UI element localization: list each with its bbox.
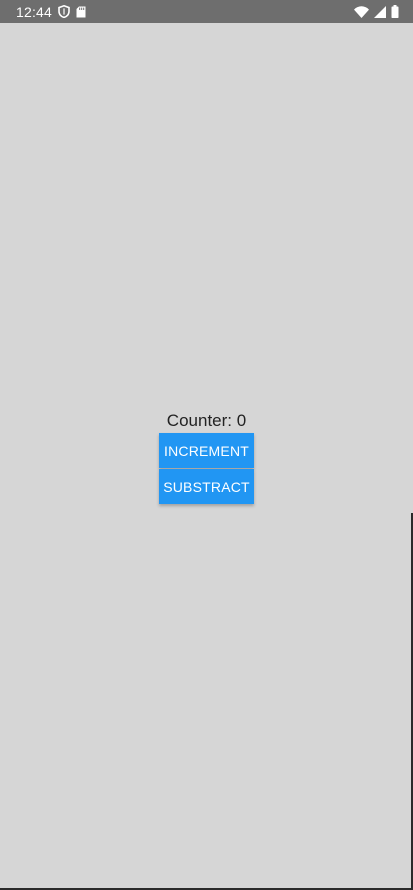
status-time: 12:44 [16, 3, 53, 20]
cell-signal-icon [374, 5, 386, 18]
battery-icon [391, 5, 399, 18]
subtract-button[interactable]: SUBSTRACT [159, 469, 254, 504]
wifi-icon [354, 5, 369, 18]
counter-label: Counter: 0 [166, 411, 247, 430]
status-bar: 12:44 [0, 0, 413, 23]
status-bar-right [354, 5, 399, 18]
counter-panel: Counter: 0 INCREMENT SUBSTRACT [0, 410, 413, 504]
status-bar-left: 12:44 [16, 4, 86, 20]
shield-icon [58, 5, 70, 18]
increment-button[interactable]: INCREMENT [159, 433, 254, 468]
sd-card-icon [76, 6, 86, 18]
